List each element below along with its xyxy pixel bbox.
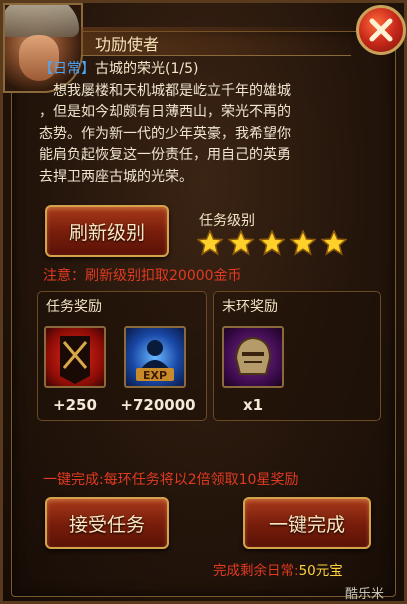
task-reward-title: 任务奖励 [46, 299, 102, 315]
final-reward-box: 末环奖励 x1 [213, 291, 381, 421]
watermark: 酷乐米 [345, 587, 385, 602]
reward-count: +250 [53, 396, 97, 414]
task-level-stars [197, 230, 347, 256]
exp-icon: EXP [136, 340, 174, 382]
reward-item[interactable] [222, 326, 284, 388]
refresh-warning: 注意：刷新级别扣取20000金币 [43, 268, 242, 284]
star-icon [290, 230, 316, 256]
helmet-icon [234, 336, 272, 375]
quest-dialog: 功励使者 【日常】古城的荣光(1/5) 想我屡楼和天机城都是屹立千年的雄城 ，但… [0, 0, 407, 604]
reward-count: +720000 [120, 396, 196, 414]
quest-title: 古城的荣光(1/5) [95, 61, 199, 77]
task-level-label: 任务级别 [199, 213, 255, 229]
quest-line: 态势。作为新一代的少年英豪，我希望你 [39, 125, 291, 142]
reward-item[interactable] [44, 326, 106, 388]
helmet-shape [5, 5, 79, 37]
quest-description: 【日常】古城的荣光(1/5) 想我屡楼和天机城都是屹立千年的雄城 ，但是如今却颇… [39, 59, 389, 188]
reward-count: x1 [242, 396, 264, 414]
quick-complete-note: 一键完成:每环任务将以2倍领取10星奖励 [43, 472, 299, 488]
banner-icon [60, 336, 90, 384]
remaining-cost: 完成剩余日常:50元宝 [213, 559, 343, 579]
cost-label: 完成剩余日常: [213, 563, 299, 579]
final-reward-title: 末环奖励 [222, 299, 278, 315]
quest-line: 想我屡楼和天机城都是屹立千年的雄城 [39, 82, 291, 99]
task-reward-box: 任务奖励 +250 EXP +720000 [37, 291, 207, 421]
star-icon [321, 230, 347, 256]
quest-line: 去捍卫两座古城的光荣。 [39, 168, 193, 185]
star-icon [259, 230, 285, 256]
close-icon [369, 18, 393, 42]
quest-line: ，但是如今却颇有日薄西山，荣光不再的 [39, 104, 291, 120]
quest-header: 【日常】古城的荣光(1/5) [39, 59, 389, 81]
cost-value: 50元宝 [298, 563, 343, 579]
quest-line: 能肩负起恢复这一份责任，用自己的英勇 [39, 147, 291, 163]
refresh-level-button[interactable]: 刷新级别 [45, 205, 169, 257]
svg-text:EXP: EXP [143, 369, 167, 382]
star-icon [197, 230, 223, 256]
accept-quest-button[interactable]: 接受任务 [45, 497, 169, 549]
dialog-title: 功励使者 [95, 35, 160, 54]
close-button[interactable] [356, 5, 406, 55]
title-bar: 功励使者 [81, 27, 351, 56]
quick-complete-button[interactable]: 一键完成 [243, 497, 371, 549]
daily-tag: 【日常】 [39, 61, 95, 77]
reward-item[interactable]: EXP [124, 326, 186, 388]
star-icon [228, 230, 254, 256]
